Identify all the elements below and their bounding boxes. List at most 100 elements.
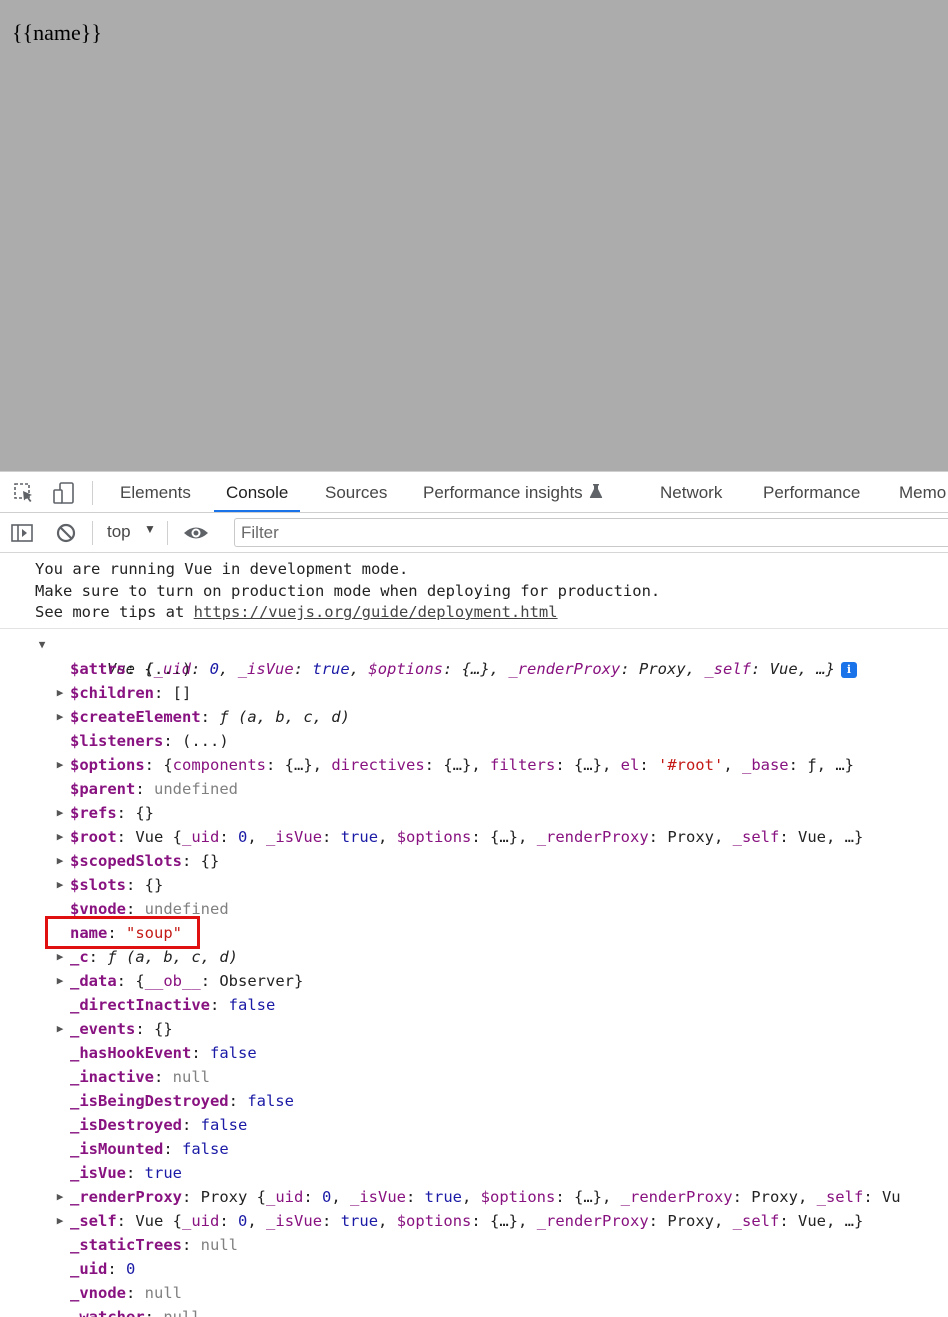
property-value: ƒ (a, b, c, d): [107, 947, 238, 966]
property-key: $vnode: [70, 899, 126, 918]
tab-label: Performance: [763, 483, 861, 502]
property-key: name: [70, 923, 108, 942]
console-output: You are running Vue in development mode.…: [0, 553, 948, 1317]
tab-performance[interactable]: Performance: [751, 472, 872, 512]
expand-arrow-icon[interactable]: ▶: [54, 1209, 66, 1233]
tab-performance-insights[interactable]: Performance insights: [411, 472, 615, 512]
property-key: $options: [70, 755, 145, 774]
inspected-page: {{name}}: [0, 0, 948, 471]
live-expression-eye-icon[interactable]: [183, 521, 208, 545]
tab-label: Sources: [325, 483, 388, 502]
property-value: Vue {_uid: 0, _isVue: true, $options: {……: [135, 827, 864, 846]
property-key: _staticTrees: [70, 1235, 182, 1254]
message-line: Make sure to turn on production mode whe…: [35, 581, 661, 600]
property-key: _watcher: [70, 1307, 145, 1317]
property-row-c[interactable]: ▶ _c: ƒ (a, b, c, d): [0, 945, 948, 969]
property-row-self[interactable]: ▶ _self: Vue {_uid: 0, _isVue: true, $opt…: [0, 1209, 948, 1233]
property-value: []: [172, 683, 192, 702]
expand-arrow-icon[interactable]: ▶: [54, 825, 66, 849]
property-value: false: [247, 1091, 294, 1110]
vue-object-summary[interactable]: ▼ Vue {_uid: 0, _isVue: true, $options: {…: [0, 633, 948, 678]
collapse-arrow-icon[interactable]: ▼: [36, 633, 48, 657]
tab-label: Network: [660, 483, 723, 502]
expand-arrow-icon[interactable]: ▶: [54, 801, 66, 825]
dropdown-caret-icon: ▼: [144, 522, 156, 536]
property-row-vnode: _vnode: null: [70, 1283, 182, 1302]
flask-icon: [589, 473, 603, 512]
expand-arrow-icon[interactable]: ▶: [54, 705, 66, 729]
property-value: null: [200, 1235, 238, 1254]
property-row-scopedslots[interactable]: ▶ $scopedSlots: {}: [0, 849, 948, 873]
filter-input[interactable]: [234, 518, 948, 547]
property-key: _isMounted: [70, 1139, 164, 1158]
tab-memory[interactable]: Memo: [887, 472, 948, 512]
property-row-refs[interactable]: ▶ $refs: {}: [0, 801, 948, 825]
property-row-vnode: $vnode: undefined: [70, 899, 229, 918]
property-row-root[interactable]: ▶ $root: Vue {_uid: 0, _isVue: true, $opt…: [0, 825, 948, 849]
property-value: false: [210, 1043, 257, 1062]
tab-network[interactable]: Network: [648, 472, 734, 512]
property-key: _uid: [70, 1259, 108, 1278]
property-value: (...): [182, 731, 229, 750]
context-label: top: [107, 522, 131, 541]
message-line: You are running Vue in development mode.: [35, 560, 409, 578]
inspect-element-icon[interactable]: [12, 481, 36, 505]
toolbar-divider: [92, 521, 93, 545]
property-row-renderproxy[interactable]: ▶ _renderProxy: Proxy {_uid: 0, _isVue: t…: [0, 1185, 948, 1209]
property-key: _hasHookEvent: [70, 1043, 192, 1062]
property-row-isbeingdestroyed: _isBeingDestroyed: false: [70, 1091, 294, 1110]
property-row-createelement[interactable]: ▶ $createElement: ƒ (a, b, c, d): [0, 705, 948, 729]
property-row-attrs: $attrs: (...): [70, 659, 192, 678]
property-key: _isVue: [70, 1163, 126, 1182]
property-value: null: [163, 1307, 201, 1317]
property-value: {}: [154, 1019, 173, 1038]
message-line: See more tips at: [35, 603, 194, 621]
object-tree: ▼ Vue {_uid: 0, _isVue: true, $options: {…: [0, 629, 948, 1317]
property-value: null: [144, 1283, 182, 1302]
property-key: $slots: [70, 875, 126, 894]
property-row-inactive: _inactive: null: [70, 1067, 210, 1086]
property-key: _renderProxy: [70, 1187, 182, 1206]
expand-arrow-icon[interactable]: ▶: [54, 1017, 66, 1041]
sidebar-toggle-icon[interactable]: [10, 521, 34, 545]
property-value: null: [172, 1067, 210, 1086]
expand-arrow-icon[interactable]: ▶: [54, 969, 66, 993]
property-row-uid: _uid: 0: [70, 1259, 136, 1278]
property-row-children[interactable]: ▶ $children: []: [0, 681, 948, 705]
property-value: {}: [144, 875, 164, 894]
tab-label: Console: [226, 483, 289, 502]
property-row-parent: $parent: undefined: [70, 779, 238, 798]
expand-arrow-icon[interactable]: ▶: [54, 873, 66, 897]
property-key: _c: [70, 947, 89, 966]
tab-sources[interactable]: Sources: [313, 472, 399, 512]
tab-elements[interactable]: Elements: [108, 472, 203, 512]
property-row-options[interactable]: ▶ $options: {components: {…}, directives:…: [0, 753, 948, 777]
property-value: false: [200, 1115, 248, 1134]
property-value: Vue {_uid: 0, _isVue: true, $options: {……: [135, 1211, 864, 1230]
device-toolbar-icon[interactable]: [52, 481, 76, 505]
clear-console-icon[interactable]: [54, 521, 78, 545]
property-value: false: [228, 995, 276, 1014]
expand-arrow-icon[interactable]: ▶: [54, 681, 66, 705]
expand-arrow-icon[interactable]: ▶: [54, 945, 66, 969]
property-value: {__ob__: Observer}: [135, 971, 304, 990]
property-row-events[interactable]: ▶ _events: {}: [0, 1017, 948, 1041]
expand-arrow-icon[interactable]: ▶: [54, 753, 66, 777]
property-value: true: [144, 1163, 182, 1182]
deployment-guide-link[interactable]: https://vuejs.org/guide/deployment.html: [194, 603, 558, 621]
property-row-name: name: "soup": [70, 923, 182, 942]
tab-label: Memo: [899, 483, 947, 502]
property-key: _inactive: [70, 1067, 154, 1086]
expand-arrow-icon[interactable]: ▶: [54, 849, 66, 873]
property-row-data[interactable]: ▶ _data: {__ob__: Observer}: [0, 969, 948, 993]
property-key: _isBeingDestroyed: [70, 1091, 229, 1110]
context-selector[interactable]: top ▼: [107, 522, 156, 542]
tab-console[interactable]: Console: [214, 472, 301, 512]
expand-arrow-icon[interactable]: ▶: [54, 1185, 66, 1209]
vue-dev-mode-message: You are running Vue in development mode.…: [0, 553, 948, 629]
property-row-directinactive: _directInactive: false: [70, 995, 276, 1014]
property-row-slots[interactable]: ▶ $slots: {}: [0, 873, 948, 897]
property-row-listeners: $listeners: (...): [70, 731, 229, 750]
property-key: _directInactive: [70, 995, 210, 1014]
property-key: $createElement: [70, 707, 201, 726]
